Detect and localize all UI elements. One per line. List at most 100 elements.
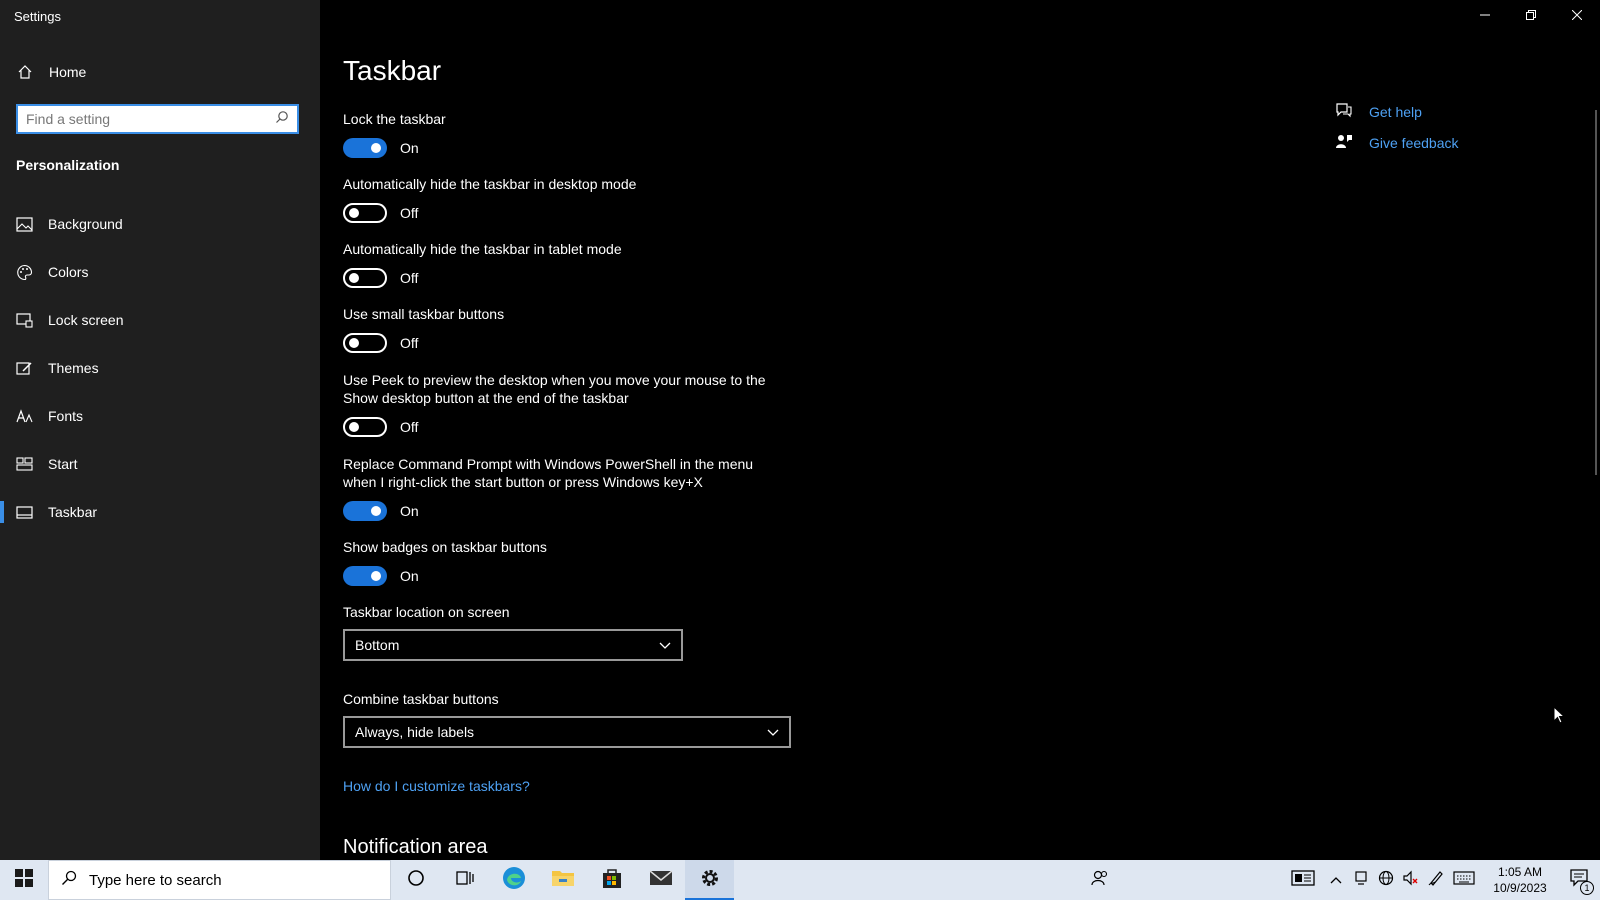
setting-label-line: Show desktop button at the end of the ta… xyxy=(343,390,629,406)
toggle-knob xyxy=(371,571,381,581)
sidebar-item-label: Background xyxy=(48,216,123,232)
device-tray-button[interactable] xyxy=(1348,860,1373,900)
toggle-state: On xyxy=(400,140,419,156)
close-icon xyxy=(1571,7,1583,25)
toggle-knob xyxy=(349,422,359,432)
keyboard-tray-button[interactable] xyxy=(1448,860,1480,900)
volume-muted-icon xyxy=(1402,870,1419,891)
dropdown-value: Always, hide labels xyxy=(355,724,475,740)
volume-tray-button[interactable] xyxy=(1398,860,1423,900)
sidebar-item-label: Themes xyxy=(48,360,99,376)
network-tray-button[interactable] xyxy=(1373,860,1398,900)
search-icon xyxy=(275,110,289,129)
customize-taskbars-link[interactable]: How do I customize taskbars? xyxy=(343,778,530,794)
section-heading: Personalization xyxy=(16,157,120,173)
cortana-button[interactable] xyxy=(391,860,440,900)
notification-count-badge: 1 xyxy=(1580,881,1594,895)
small-buttons-toggle[interactable] xyxy=(343,333,387,353)
setting-label: Show badges on taskbar buttons xyxy=(343,539,547,555)
setting-label: Use Peek to preview the desktop when you… xyxy=(343,371,766,407)
keyboard-icon xyxy=(1453,870,1475,890)
image-icon xyxy=(16,216,33,233)
action-center-button[interactable]: 1 xyxy=(1560,860,1600,900)
sidebar-item-fonts[interactable]: Fonts xyxy=(0,392,320,440)
show-hidden-icons-button[interactable] xyxy=(1323,860,1348,900)
sidebar-item-label: Start xyxy=(48,456,78,472)
badges-toggle-row: On xyxy=(343,566,419,586)
cortana-icon xyxy=(407,869,425,892)
peek-toggle[interactable] xyxy=(343,417,387,437)
home-label: Home xyxy=(49,63,87,80)
powershell-toggle[interactable] xyxy=(343,501,387,521)
toggle-knob xyxy=(349,338,359,348)
sidebar-item-label: Lock screen xyxy=(48,312,124,328)
autohide-tablet-toggle[interactable] xyxy=(343,268,387,288)
combine-dropdown[interactable]: Always, hide labels xyxy=(343,716,791,748)
store-taskbar-button[interactable] xyxy=(587,860,636,900)
pen-tray-button[interactable] xyxy=(1423,860,1448,900)
file-explorer-taskbar-button[interactable] xyxy=(538,860,587,900)
setting-label: Lock the taskbar xyxy=(343,111,446,127)
edge-taskbar-button[interactable] xyxy=(489,860,538,900)
gear-icon xyxy=(700,868,720,893)
setting-label-line: Replace Command Prompt with Windows Powe… xyxy=(343,456,754,472)
system-tray: 1:05 AM 10/9/2023 1 xyxy=(1283,860,1600,900)
sidebar-item-lock-screen[interactable]: Lock screen xyxy=(0,296,320,344)
get-help-label: Get help xyxy=(1369,103,1422,120)
minimize-button[interactable] xyxy=(1462,0,1508,32)
location-label: Taskbar location on screen xyxy=(343,604,510,620)
toggle-knob xyxy=(371,506,381,516)
notification-area-heading: Notification area xyxy=(343,836,488,858)
minimize-icon xyxy=(1480,7,1490,25)
task-view-button[interactable] xyxy=(440,860,489,900)
sidebar-item-background[interactable]: Background xyxy=(0,200,320,248)
lock-screen-icon xyxy=(16,312,33,329)
taskbar-clock[interactable]: 1:05 AM 10/9/2023 xyxy=(1480,864,1560,896)
chevron-down-icon xyxy=(767,724,779,740)
toggle-state: Off xyxy=(400,335,419,351)
sidebar-item-label: Fonts xyxy=(48,408,84,424)
scrollbar[interactable] xyxy=(1595,110,1597,475)
home-nav-item[interactable]: Home xyxy=(16,63,86,80)
sidebar-item-themes[interactable]: Themes xyxy=(0,344,320,392)
sidebar-item-taskbar[interactable]: Taskbar xyxy=(0,488,320,536)
app-title: Settings xyxy=(14,9,61,24)
start-button[interactable] xyxy=(0,860,48,900)
give-feedback-link[interactable]: Give feedback xyxy=(1335,133,1459,152)
setting-label: Automatically hide the taskbar in tablet… xyxy=(343,241,622,257)
taskbar-search-box[interactable]: Type here to search xyxy=(48,860,391,900)
chevron-up-icon xyxy=(1330,871,1342,889)
restore-button[interactable] xyxy=(1508,0,1554,32)
get-help-link[interactable]: Get help xyxy=(1335,102,1422,121)
sidebar-item-start[interactable]: Start xyxy=(0,440,320,488)
sidebar-item-label: Colors xyxy=(48,264,89,280)
settings-taskbar-button[interactable] xyxy=(685,860,734,900)
setting-label: Automatically hide the taskbar in deskto… xyxy=(343,176,637,192)
restore-icon xyxy=(1526,7,1536,25)
toggle-state: Off xyxy=(400,419,419,435)
close-button[interactable] xyxy=(1554,0,1600,32)
small-buttons-toggle-row: Off xyxy=(343,333,418,353)
find-setting-input[interactable] xyxy=(26,111,275,127)
setting-label-line: when I right-click the start button or p… xyxy=(343,474,703,490)
sidebar-item-colors[interactable]: Colors xyxy=(0,248,320,296)
clock-time: 1:05 AM xyxy=(1497,865,1543,879)
setting-label-line: Use Peek to preview the desktop when you… xyxy=(343,372,766,388)
feedback-icon xyxy=(1335,133,1353,152)
autohide-desktop-toggle[interactable] xyxy=(343,203,387,223)
lock-taskbar-toggle-row: On xyxy=(343,138,419,158)
store-icon xyxy=(601,867,623,894)
badges-toggle[interactable] xyxy=(343,566,387,586)
edge-browser-icon xyxy=(502,866,526,895)
autohide-tablet-toggle-row: Off xyxy=(343,268,418,288)
news-tray-button[interactable] xyxy=(1283,860,1323,900)
find-setting-search[interactable] xyxy=(16,104,299,134)
toggle-knob xyxy=(349,273,359,283)
sidebar: Settings Home Personalization Background… xyxy=(0,0,320,860)
people-button[interactable] xyxy=(1085,860,1115,900)
location-dropdown[interactable]: Bottom xyxy=(343,629,683,661)
lock-taskbar-toggle[interactable] xyxy=(343,138,387,158)
clock-date: 10/9/2023 xyxy=(1493,881,1547,895)
setting-label: Use small taskbar buttons xyxy=(343,306,505,322)
mail-taskbar-button[interactable] xyxy=(636,860,685,900)
